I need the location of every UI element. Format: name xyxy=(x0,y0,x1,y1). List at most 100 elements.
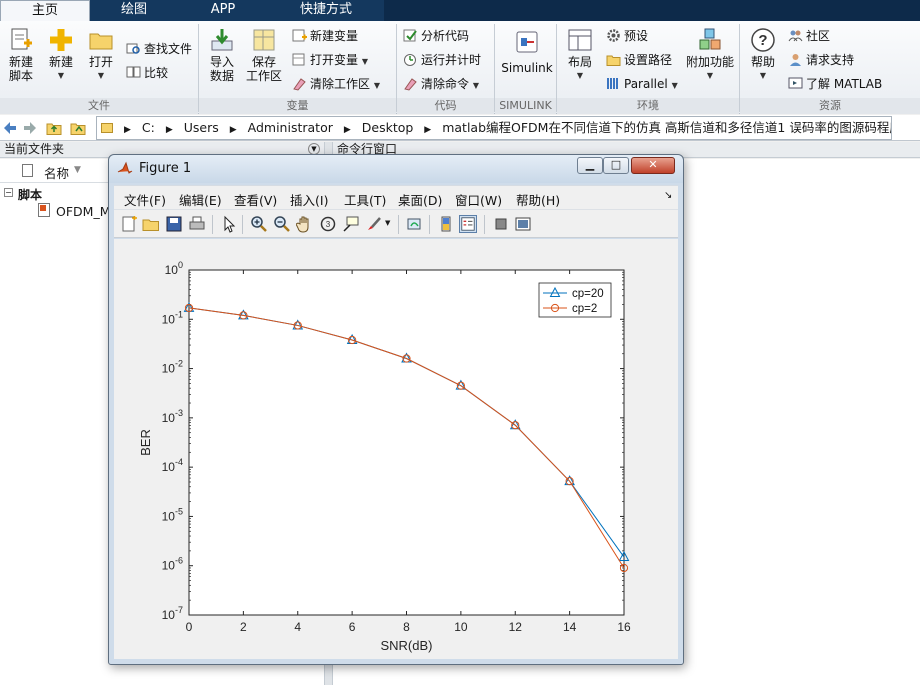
toolbar-separator xyxy=(398,215,399,234)
menu-tools[interactable]: 工具(T) xyxy=(344,190,386,209)
folder-icon xyxy=(89,33,113,50)
crumb-chevron-icon: ▶ xyxy=(343,125,351,135)
parallel-button[interactable]: Parallel ▼ xyxy=(606,74,678,94)
import-data-icon xyxy=(211,29,233,51)
crumb-drive[interactable]: C: xyxy=(142,120,155,135)
data-cursor-icon[interactable] xyxy=(342,215,360,233)
browse-folder-icon[interactable] xyxy=(70,120,86,136)
minimize-button[interactable]: ▁ xyxy=(577,157,603,174)
menu-file[interactable]: 文件(F) xyxy=(124,190,166,209)
find-files-button[interactable]: 查找文件 xyxy=(126,39,192,59)
rotate-3d-icon[interactable]: 3 xyxy=(319,215,337,233)
parallel-icon xyxy=(607,78,618,89)
x-tick-label: 14 xyxy=(563,620,577,634)
help-dropdown-icon: ▼ xyxy=(759,71,767,80)
crumb-chevron-icon: ▶ xyxy=(424,125,432,135)
crumb-desktop[interactable]: Desktop xyxy=(362,120,414,135)
simulink-group-label: SIMULINK xyxy=(495,98,556,114)
crumb-administrator[interactable]: Administrator xyxy=(248,120,333,135)
close-button[interactable]: ✕ xyxy=(631,157,675,174)
name-column-header[interactable]: 名称 xyxy=(44,163,69,182)
open-variable-dropdown-icon: ▼ xyxy=(361,57,368,66)
clear-commands-button[interactable]: 清除命令 ▼ xyxy=(403,74,479,94)
toolbar-separator xyxy=(484,215,485,234)
menu-help[interactable]: 帮助(H) xyxy=(516,190,560,209)
figure-canvas[interactable]: 0 2 4 6 8 10 12 14 16 100 10-1 10-2 10-3 10-4 10-5 10-6… xyxy=(114,239,678,659)
new-script-label-1: 新建 xyxy=(8,55,33,69)
open-variable-icon xyxy=(292,53,305,66)
figure-title-bar[interactable]: Figure 1 ▁ □ ✕ xyxy=(109,155,683,183)
open-button[interactable]: 打开 ▼ xyxy=(84,27,118,83)
tab-apps[interactable]: APP xyxy=(178,0,268,21)
y-tick-label: 10-3 xyxy=(162,408,183,425)
community-button[interactable]: 社区 xyxy=(788,26,830,46)
path-field[interactable]: ▶ C: ▶ Users ▶ Administrator ▶ Desktop ▶… xyxy=(96,116,892,140)
brush-dropdown-icon[interactable]: ▼ xyxy=(385,219,390,227)
crumb-users[interactable]: Users xyxy=(184,120,219,135)
learn-matlab-button[interactable]: 了解 MATLAB xyxy=(788,74,882,94)
save-icon[interactable] xyxy=(165,215,183,233)
compare-button[interactable]: 比较 xyxy=(126,63,168,83)
up-folder-icon[interactable] xyxy=(46,120,62,136)
brush-icon[interactable] xyxy=(365,215,383,233)
sort-down-icon: ▼ xyxy=(74,165,81,175)
tab-shortcuts[interactable]: 快捷方式 xyxy=(268,0,384,21)
find-files-icon xyxy=(126,43,140,54)
file-item-ofdm[interactable]: OFDM_M xyxy=(56,204,110,219)
forward-arrow-icon[interactable] xyxy=(22,120,38,136)
menu-desktop[interactable]: 桌面(D) xyxy=(398,190,442,209)
run-and-time-button[interactable]: 运行并计时 xyxy=(403,50,481,70)
learn-matlab-icon xyxy=(788,77,803,89)
clear-workspace-icon xyxy=(293,78,306,91)
clear-workspace-button[interactable]: 清除工作区 ▼ xyxy=(292,74,380,94)
tab-plots[interactable]: 绘图 xyxy=(90,0,178,21)
show-plot-tools-icon[interactable] xyxy=(514,215,532,233)
menu-insert[interactable]: 插入(I) xyxy=(290,190,328,209)
new-button[interactable]: 新建 ▼ xyxy=(44,27,78,83)
menu-window[interactable]: 窗口(W) xyxy=(455,190,502,209)
request-support-button[interactable]: 请求支持 xyxy=(788,50,854,70)
tab-home[interactable]: 主页 xyxy=(0,0,90,21)
new-dropdown-icon: ▼ xyxy=(57,71,65,80)
pan-hand-icon[interactable] xyxy=(296,215,314,233)
colorbar-icon[interactable] xyxy=(437,215,455,233)
new-script-button[interactable]: 新建 脚本 xyxy=(3,27,39,83)
new-figure-icon[interactable] xyxy=(120,215,138,233)
x-tick-label: 4 xyxy=(294,620,301,634)
new-script-icon xyxy=(11,28,32,50)
legend-toggle-icon[interactable] xyxy=(459,215,477,233)
zoom-out-icon[interactable] xyxy=(273,215,291,233)
hide-plot-tools-icon[interactable] xyxy=(492,215,510,233)
import-data-button[interactable]: 导入 数据 xyxy=(205,27,239,83)
back-arrow-icon[interactable] xyxy=(2,120,18,136)
collapse-icon[interactable]: − xyxy=(4,188,13,197)
menu-edit[interactable]: 编辑(E) xyxy=(179,190,222,209)
analyze-code-button[interactable]: 分析代码 xyxy=(403,26,469,46)
layout-button[interactable]: 布局 ▼ xyxy=(562,27,598,83)
link-plot-icon[interactable] xyxy=(406,215,424,233)
zoom-in-icon[interactable] xyxy=(250,215,268,233)
maximize-button[interactable]: □ xyxy=(603,157,629,174)
save-workspace-button[interactable]: 保存 工作区 xyxy=(244,27,284,83)
open-file-icon[interactable] xyxy=(142,215,160,233)
preferences-button[interactable]: 预设 xyxy=(606,26,648,46)
set-path-button[interactable]: 设置路径 xyxy=(606,50,672,70)
save-label-2: 工作区 xyxy=(245,69,282,83)
print-icon[interactable] xyxy=(188,215,206,233)
crumb-project-folder[interactable]: matlab编程OFDM在不同信道下的仿真 高斯信道和多径信道1 误码率的图源码… xyxy=(442,120,891,135)
address-bar: ▶ C: ▶ Users ▶ Administrator ▶ Desktop ▶… xyxy=(0,115,920,141)
dock-arrow-icon[interactable]: ↘ xyxy=(664,190,672,201)
ber-plot[interactable]: 0 2 4 6 8 10 12 14 16 100 10-1 10-2 10-3 10-4 10-5 10-6… xyxy=(114,239,678,659)
toolbar-separator xyxy=(429,215,430,234)
figure-window: Figure 1 ▁ □ ✕ 文件(F) 编辑(E) 查看(V) 插入(I) 工… xyxy=(108,154,684,665)
new-variable-button[interactable]: 新建变量 xyxy=(292,26,358,46)
help-button[interactable]: ? 帮助 ▼ xyxy=(745,27,781,83)
simulink-button[interactable]: Simulink xyxy=(500,29,554,75)
svg-text:3: 3 xyxy=(326,220,331,229)
pointer-arrow-icon[interactable] xyxy=(220,215,238,233)
minimize-icon: ▁ xyxy=(585,158,595,171)
simulink-icon xyxy=(516,31,538,53)
menu-view[interactable]: 查看(V) xyxy=(234,190,277,209)
open-variable-button[interactable]: 打开变量 ▼ xyxy=(292,50,368,70)
add-ons-button[interactable]: 附加功能 ▼ xyxy=(686,27,734,83)
